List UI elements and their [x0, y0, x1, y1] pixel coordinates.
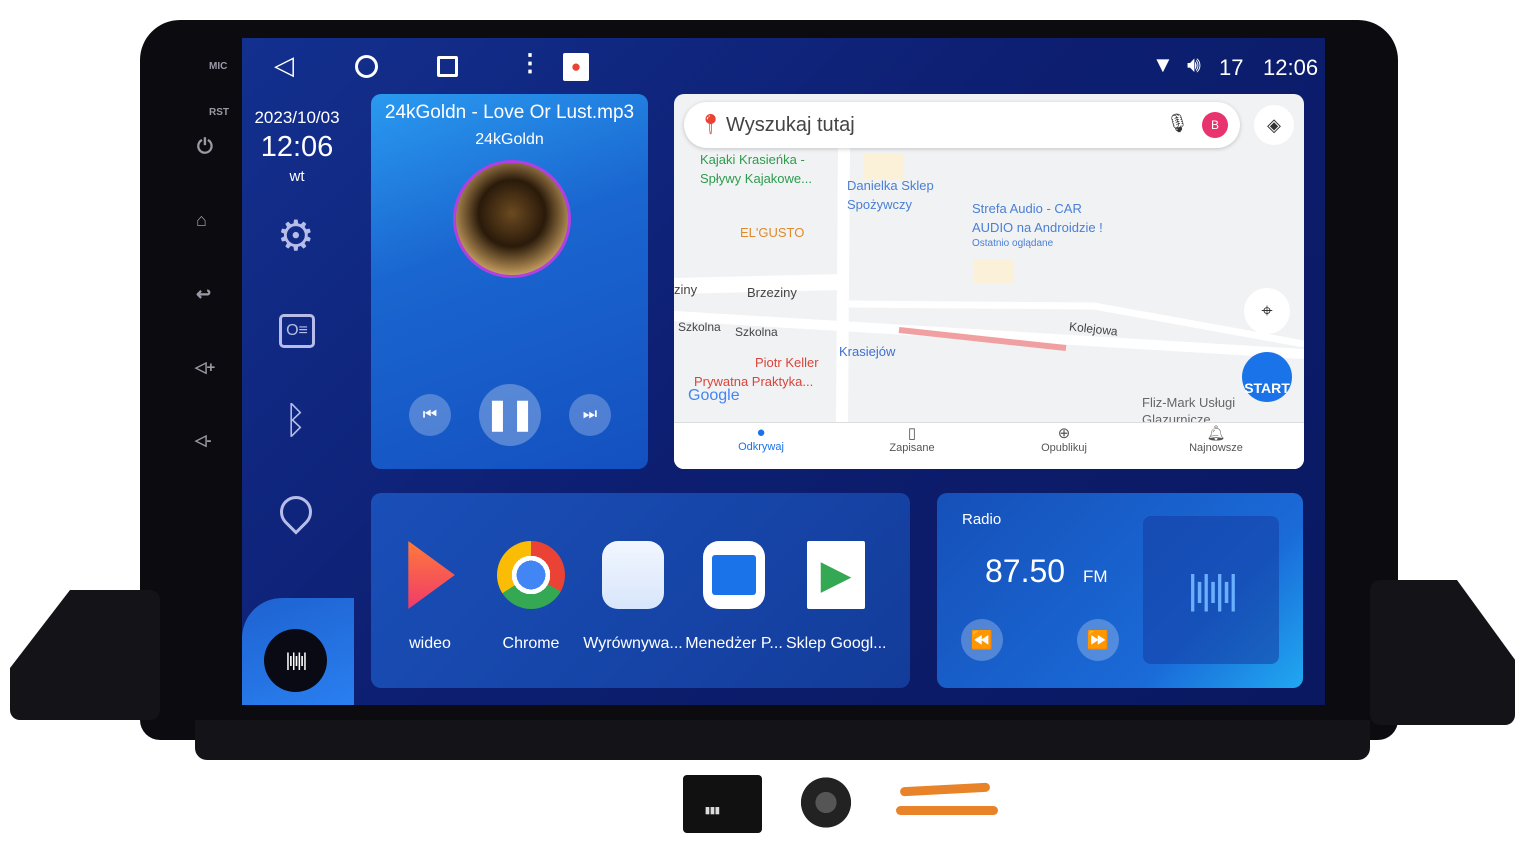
weekday: wt — [289, 168, 305, 185]
map-place-label[interactable]: EL'GUSTO — [740, 223, 804, 242]
bookmark-icon: ▯ — [907, 425, 917, 442]
street-label: ziny — [674, 282, 698, 297]
map-place-label[interactable]: Danielka Sklep Spożywczy — [847, 176, 934, 214]
back-hw-icon[interactable]: ↩ — [196, 284, 211, 305]
microphone-icon[interactable]: 🎙︎ — [1166, 113, 1189, 134]
map-place-label[interactable]: Krasiejów — [839, 342, 895, 361]
search-input[interactable]: Wyszukaj tutaj — [726, 114, 855, 137]
map-place-label[interactable]: Strefa Audio - CAR AUDIO na Androidzie ! O… — [972, 199, 1103, 251]
trim-tool-accessory — [896, 806, 998, 815]
volume-icon: 🔊︎ — [1187, 52, 1201, 77]
account-avatar[interactable]: B — [1202, 112, 1228, 138]
back-nav-icon[interactable]: ◁ — [274, 50, 294, 81]
radio-widget[interactable]: Radio 87.50 FM ⏪ ⏩ |ı|ı|ı| — [937, 493, 1303, 688]
street-label: Brzeziny — [747, 285, 797, 300]
equalizer-icon — [602, 541, 664, 609]
right-mount-bracket — [1370, 580, 1515, 725]
clock: 12:06 — [260, 131, 334, 163]
apps-dock: wideo Chrome Wyrównywa... Menedżer P... … — [371, 493, 910, 688]
track-artist: 24kGoldn — [475, 131, 544, 148]
power-icon[interactable]: ⏻ — [197, 136, 213, 159]
tab-explore[interactable]: ● Odkrywaj — [701, 424, 821, 453]
home-hw-icon[interactable]: ⌂ — [196, 210, 207, 231]
video-app-icon — [408, 541, 455, 609]
app-play-store[interactable]: ▶ Sklep Googl... — [786, 541, 887, 653]
folder-icon — [712, 555, 756, 595]
pause-button[interactable]: ❚❚ — [479, 384, 541, 446]
map-place-label[interactable]: Kajaki Krasieńka - Spływy Kajakowe... — [700, 150, 812, 188]
navigation-icon[interactable] — [273, 489, 319, 535]
trim-tool-accessory — [899, 782, 991, 797]
voice-assistant-button[interactable]: |ı|ı|ı| — [264, 629, 327, 692]
radio-title: Radio — [962, 511, 1002, 528]
rst-label[interactable]: RST — [209, 107, 229, 118]
start-navigation-button[interactable]: START — [1242, 352, 1292, 402]
reverse-camera-accessory — [795, 775, 857, 830]
track-title: 24kGoldn - Love Or Lust.mp3 — [384, 102, 635, 123]
map-widget[interactable]: 📍︎ Wyszukaj tutaj 🎙︎ B ◈ Kajaki Krasieńk… — [674, 94, 1304, 469]
chrome-icon — [497, 541, 565, 609]
radio-frequency: 87.50 — [985, 553, 1066, 589]
volume-down-hw-icon[interactable]: ◁- — [195, 431, 212, 449]
seek-forward-button[interactable]: ⏩ — [1077, 619, 1119, 661]
home-nav-icon[interactable] — [355, 55, 378, 78]
mic-label: MIC — [209, 61, 228, 72]
tab-updates[interactable]: 🔔︎ Najnowsze — [1156, 424, 1276, 454]
bluetooth-icon[interactable]: ᛒ — [284, 400, 307, 443]
app-video[interactable]: wideo — [380, 541, 480, 653]
volume-level: 17 — [1219, 55, 1244, 80]
street-label: Szkolna — [735, 325, 778, 339]
maps-pin-icon: 📍︎ — [698, 114, 724, 136]
recents-nav-icon[interactable] — [437, 56, 458, 77]
tab-contribute[interactable]: ⊕ Opublikuj — [1004, 424, 1124, 454]
next-track-button[interactable]: ⏭ — [569, 394, 611, 436]
radio-icon[interactable]: O≡ — [279, 314, 315, 348]
screen: ◁ ⋮ ● ▼ 🔊︎ 17 12:06 2023/10/03 12:06 wt … — [242, 38, 1325, 705]
settings-icon[interactable]: ⚙ — [277, 211, 315, 260]
radio-band: FM — [1083, 567, 1108, 586]
play-store-icon: ▶ — [807, 541, 865, 609]
street-label: Szkolna — [678, 320, 721, 334]
audio-wave-icon: |ı|ı|ı| — [1143, 516, 1279, 664]
date: 2023/10/03 — [254, 108, 340, 127]
add-circle-icon: ⊕ — [1057, 425, 1071, 442]
tab-saved[interactable]: ▯ Zapisane — [852, 424, 972, 454]
seek-back-button[interactable]: ⏪ — [961, 619, 1003, 661]
app-file-manager[interactable]: Menedżer P... — [684, 541, 784, 653]
wifi-icon: ▼ — [1152, 52, 1174, 77]
volume-up-hw-icon[interactable]: ◁+ — [195, 358, 215, 376]
my-location-button[interactable]: ⌖ — [1244, 288, 1290, 334]
album-art — [453, 160, 571, 278]
layers-icon[interactable]: ◈ — [1254, 105, 1294, 145]
music-widget[interactable]: 24kGoldn - Love Or Lust.mp3 24kGoldn ⏮ ❚… — [371, 94, 648, 469]
map-search-bar[interactable]: 📍︎ Wyszukaj tutaj 🎙︎ B — [684, 102, 1240, 148]
bell-icon: 🔔︎ — [1206, 425, 1226, 442]
sd-card-accessory: ▮▮▮ — [683, 775, 762, 833]
status-time: 12:06 — [1263, 55, 1319, 80]
map-place-label[interactable]: Piotr Keller — [755, 353, 819, 372]
google-logo: Google — [688, 387, 740, 404]
previous-track-button[interactable]: ⏮ — [409, 394, 451, 436]
app-equalizer[interactable]: Wyrównywa... — [583, 541, 683, 653]
bottom-bezel — [195, 720, 1370, 760]
app-chrome[interactable]: Chrome — [481, 541, 581, 653]
more-menu-icon[interactable]: ⋮ — [518, 49, 542, 78]
maps-app-icon[interactable]: ● — [563, 53, 589, 81]
left-mount-bracket — [10, 590, 160, 720]
pin-icon: ● — [756, 424, 766, 441]
